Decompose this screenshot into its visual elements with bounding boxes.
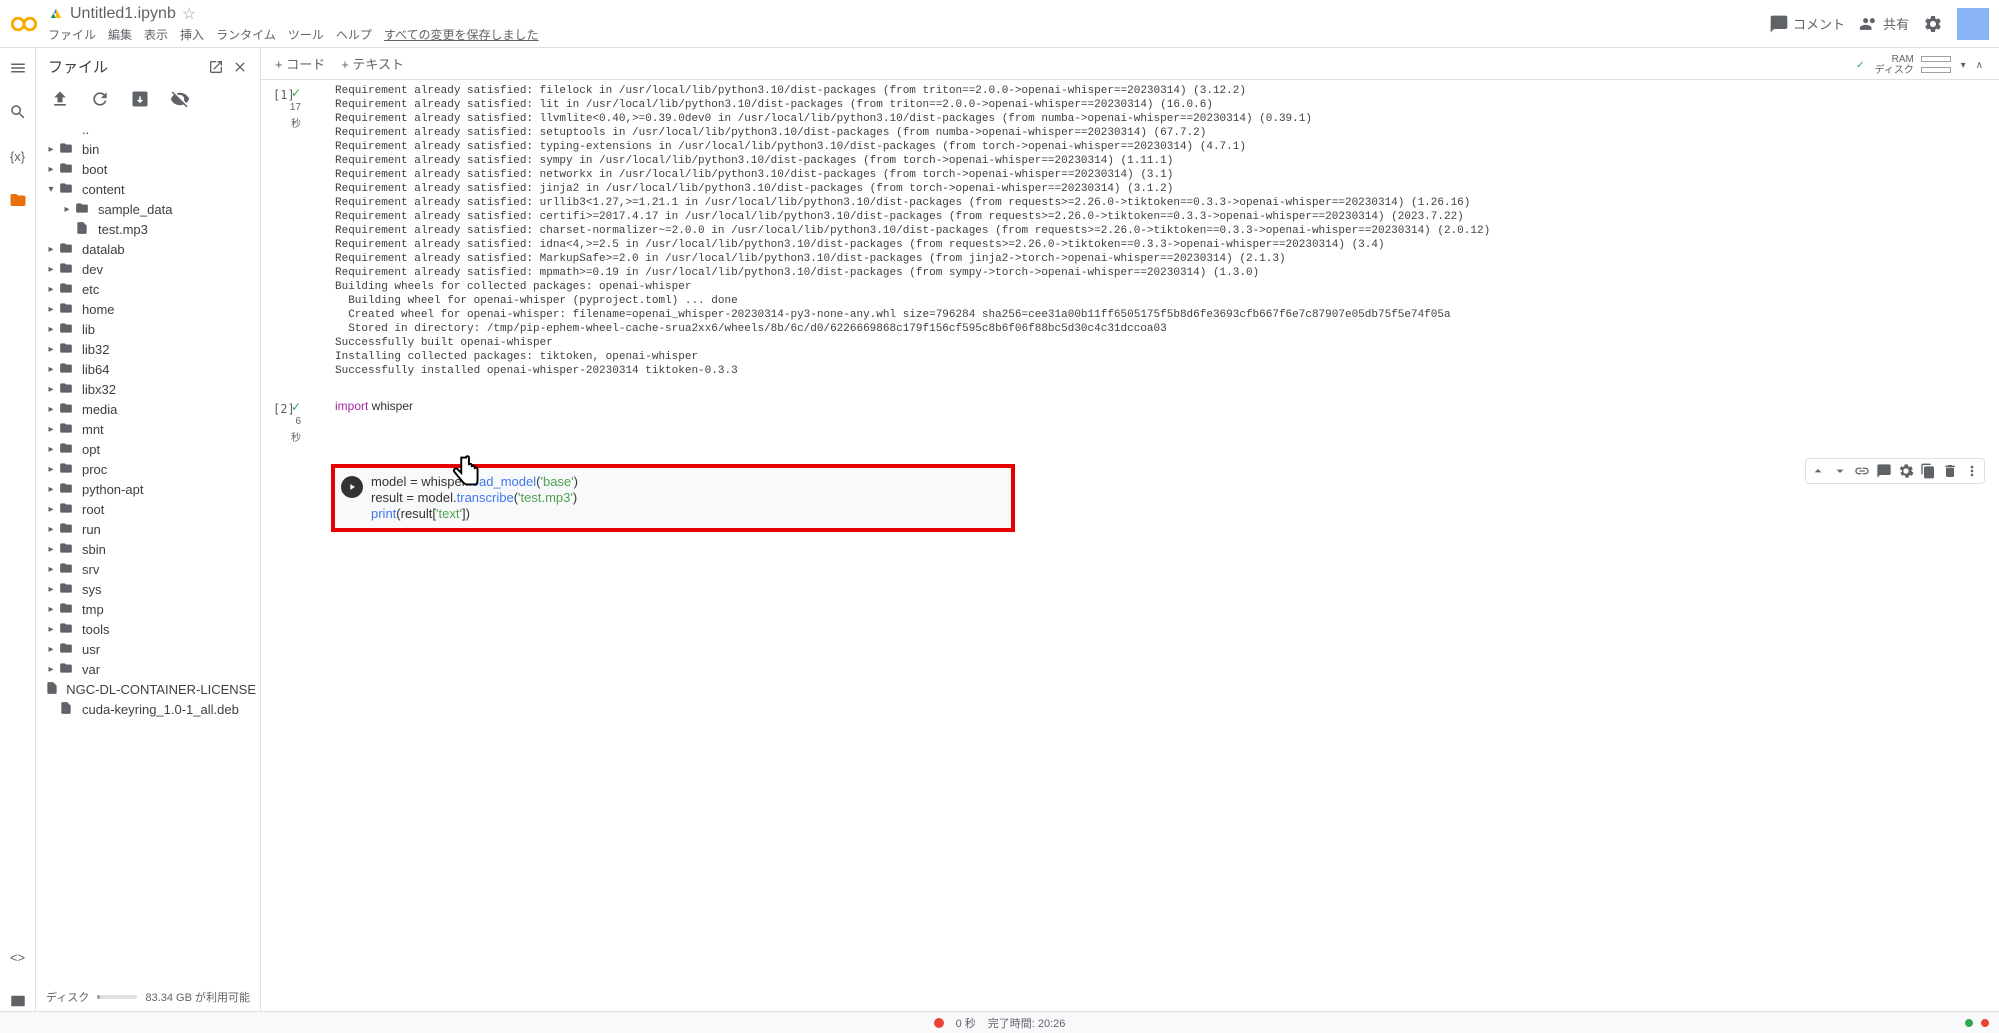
colab-logo[interactable] bbox=[10, 10, 38, 38]
comment-icon[interactable] bbox=[1876, 463, 1892, 479]
left-rail: {x} <> bbox=[0, 48, 36, 1011]
drive-icon bbox=[48, 6, 64, 22]
footer-done: 完了時間: 20:26 bbox=[988, 1015, 1066, 1031]
cell-2: ✓ 6 秒 [2] import whisper bbox=[265, 398, 1995, 446]
tree-item[interactable]: ▸lib bbox=[36, 319, 260, 339]
tree-item[interactable]: ▸srv bbox=[36, 559, 260, 579]
close-icon[interactable] bbox=[232, 59, 248, 75]
menu-bar: ファイル 編集 表示 挿入 ランタイム ツール ヘルプ すべての変更を保存しまし… bbox=[48, 26, 1769, 43]
more-icon[interactable] bbox=[1964, 463, 1980, 479]
dropdown-icon[interactable]: ▾ bbox=[1961, 60, 1966, 71]
link-icon[interactable] bbox=[1854, 463, 1870, 479]
new-window-icon[interactable] bbox=[208, 59, 224, 75]
menu-edit[interactable]: 編集 bbox=[108, 26, 132, 43]
search-icon[interactable] bbox=[8, 102, 28, 122]
status-green-icon bbox=[1965, 1019, 1973, 1027]
menu-tools[interactable]: ツール bbox=[288, 26, 324, 43]
refresh-icon[interactable] bbox=[90, 89, 110, 109]
tree-item[interactable]: ▸boot bbox=[36, 159, 260, 179]
tree-item[interactable]: ▸sample_data bbox=[36, 199, 260, 219]
avatar[interactable] bbox=[1957, 8, 1989, 40]
menu-file[interactable]: ファイル bbox=[48, 26, 96, 43]
cell-3[interactable]: model = whisper.load_model('base') resul… bbox=[265, 464, 1995, 532]
menu-view[interactable]: 表示 bbox=[144, 26, 168, 43]
tree-item[interactable]: ▸media bbox=[36, 399, 260, 419]
tree-item[interactable]: ▸sbin bbox=[36, 539, 260, 559]
footer-sec: 0 秒 bbox=[956, 1015, 976, 1031]
add-code-button[interactable]: + コード bbox=[275, 54, 325, 73]
tree-item[interactable]: ▸bin bbox=[36, 139, 260, 159]
cell-output: Requirement already satisfied: filelock … bbox=[305, 84, 1995, 378]
cell-number: [2] bbox=[273, 402, 295, 416]
tree-item[interactable]: ▸etc bbox=[36, 279, 260, 299]
tree-item[interactable]: test.mp3 bbox=[36, 219, 260, 239]
status-dot-icon bbox=[934, 1018, 944, 1028]
move-up-icon[interactable] bbox=[1810, 463, 1826, 479]
tree-item[interactable]: ▸datalab bbox=[36, 239, 260, 259]
mount-drive-icon[interactable] bbox=[130, 89, 150, 109]
code-icon[interactable]: <> bbox=[8, 947, 28, 967]
tree-item[interactable]: ▸sys bbox=[36, 579, 260, 599]
check-icon: ✓ bbox=[1856, 60, 1864, 71]
notebook: ✓ 17 秒 [1] Requirement already satisfied… bbox=[261, 80, 1999, 1011]
comment-button[interactable]: コメント bbox=[1769, 14, 1845, 34]
expand-icon[interactable]: ∧ bbox=[1976, 60, 1983, 71]
settings-button[interactable] bbox=[1923, 14, 1943, 34]
tree-item[interactable]: ▸proc bbox=[36, 459, 260, 479]
tree-item[interactable]: .. bbox=[36, 119, 260, 139]
tree-item[interactable]: ▸dev bbox=[36, 259, 260, 279]
tree-item[interactable]: ▸root bbox=[36, 499, 260, 519]
upload-icon[interactable] bbox=[50, 89, 70, 109]
tree-item[interactable]: ▸python-apt bbox=[36, 479, 260, 499]
disk-label: ディスク bbox=[46, 989, 89, 1005]
cell-number: [1] bbox=[273, 88, 295, 102]
disk-bar bbox=[97, 995, 137, 999]
sidebar-title: ファイル bbox=[48, 56, 208, 77]
tree-item[interactable]: ▸usr bbox=[36, 639, 260, 659]
tree-item[interactable]: ▸libx32 bbox=[36, 379, 260, 399]
cell-toolbar: + コード + テキスト bbox=[261, 48, 1999, 80]
move-down-icon[interactable] bbox=[1832, 463, 1848, 479]
tree-item[interactable]: ▸lib32 bbox=[36, 339, 260, 359]
tree-item[interactable]: ▸tmp bbox=[36, 599, 260, 619]
files-icon[interactable] bbox=[8, 190, 28, 210]
toc-icon[interactable] bbox=[8, 58, 28, 78]
terminal-icon[interactable] bbox=[8, 991, 28, 1011]
tree-item[interactable]: NGC-DL-CONTAINER-LICENSE bbox=[36, 679, 260, 699]
menu-help[interactable]: ヘルプ bbox=[336, 26, 372, 43]
tree-item[interactable]: ▸mnt bbox=[36, 419, 260, 439]
cell-1: ✓ 17 秒 [1] Requirement already satisfied… bbox=[265, 84, 1995, 378]
tree-item[interactable]: ▸home bbox=[36, 299, 260, 319]
notebook-title[interactable]: Untitled1.ipynb bbox=[70, 5, 176, 23]
tree-item[interactable]: ▸lib64 bbox=[36, 359, 260, 379]
mirror-icon[interactable] bbox=[1920, 463, 1936, 479]
tree-item[interactable]: ▸var bbox=[36, 659, 260, 679]
footer: 0 秒 完了時間: 20:26 bbox=[0, 1011, 1999, 1033]
cell-actions bbox=[1805, 458, 1985, 484]
code-cell-highlighted[interactable]: model = whisper.load_model('base') resul… bbox=[331, 464, 1015, 532]
tree-item[interactable]: ▸run bbox=[36, 519, 260, 539]
menu-runtime[interactable]: ランタイム bbox=[216, 26, 276, 43]
add-text-button[interactable]: + テキスト bbox=[341, 54, 404, 73]
file-tree[interactable]: ..▸bin▸boot▾content▸sample_datatest.mp3▸… bbox=[36, 119, 260, 983]
star-icon[interactable]: ☆ bbox=[182, 4, 196, 24]
run-button[interactable] bbox=[341, 476, 363, 498]
tree-item[interactable]: cuda-keyring_1.0-1_all.deb bbox=[36, 699, 260, 719]
tree-item[interactable]: ▾content bbox=[36, 179, 260, 199]
status-red-icon bbox=[1981, 1019, 1989, 1027]
resource-indicator[interactable]: ✓ RAM ディスク ▾ ∧ bbox=[1856, 54, 1983, 76]
file-sidebar: ファイル ..▸bin▸boot▾content▸sample_datatest… bbox=[36, 48, 261, 1011]
disk-free: 83.34 GB が利用可能 bbox=[145, 989, 250, 1005]
header: Untitled1.ipynb ☆ ファイル 編集 表示 挿入 ランタイム ツー… bbox=[0, 0, 1999, 48]
menu-insert[interactable]: 挿入 bbox=[180, 26, 204, 43]
variables-icon[interactable]: {x} bbox=[8, 146, 28, 166]
delete-icon[interactable] bbox=[1942, 463, 1958, 479]
settings-icon[interactable] bbox=[1898, 463, 1914, 479]
save-message[interactable]: すべての変更を保存しました bbox=[384, 26, 539, 43]
tree-item[interactable]: ▸tools bbox=[36, 619, 260, 639]
tree-item[interactable]: ▸opt bbox=[36, 439, 260, 459]
share-button[interactable]: 共有 bbox=[1859, 14, 1909, 34]
hidden-files-icon[interactable] bbox=[170, 89, 190, 109]
